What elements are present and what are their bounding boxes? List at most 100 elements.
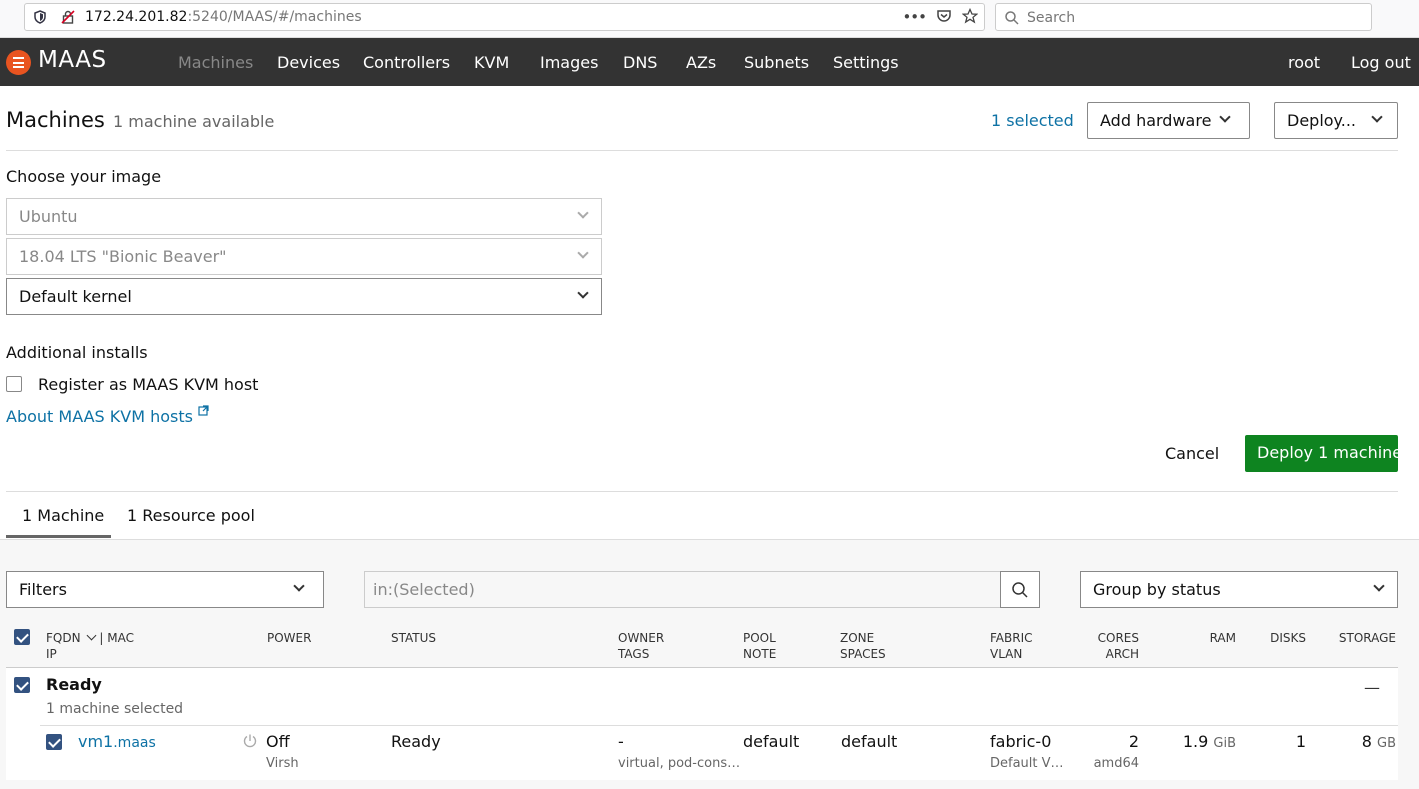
pocket-icon[interactable] — [936, 8, 952, 24]
url-bar-actions: ••• — [902, 8, 978, 26]
nav-azs[interactable]: AZs — [686, 53, 716, 72]
column-disks[interactable]: DISKS — [1256, 630, 1306, 646]
chevron-down-icon — [86, 630, 97, 641]
chevron-down-icon — [1373, 580, 1385, 592]
machine-search-value: in:(Selected) — [373, 580, 475, 599]
column-storage[interactable]: STORAGE — [1326, 630, 1396, 646]
power-icon[interactable] — [242, 733, 258, 749]
kernel-select[interactable]: Default kernel — [6, 278, 602, 315]
about-kvm-hosts-link[interactable]: About MAAS KVM hosts — [6, 405, 209, 426]
brand-name[interactable]: MAAS — [38, 47, 107, 73]
chevron-down-icon — [577, 287, 589, 299]
add-hardware-button[interactable]: Add hardware — [1087, 102, 1250, 139]
nav-subnets[interactable]: Subnets — [744, 53, 809, 72]
machine-tags: virtual, pod-cons… — [618, 756, 741, 771]
machine-fqdn-link[interactable]: vm1.maas — [78, 732, 156, 751]
page-title: Machines — [6, 108, 105, 132]
deploy-menu-button[interactable]: Deploy... — [1274, 102, 1398, 139]
browser-search-bar[interactable]: Search — [995, 3, 1372, 31]
url-text[interactable]: 172.24.201.82:5240/MAAS/#/machines — [85, 9, 362, 25]
tab-machines[interactable]: 1 Machine — [22, 506, 104, 525]
column-pool-note[interactable]: POOL NOTE — [743, 630, 776, 662]
chevron-down-icon — [293, 580, 305, 592]
nav-settings[interactable]: Settings — [833, 53, 899, 72]
chevron-down-icon — [577, 207, 589, 219]
register-kvm-label[interactable]: Register as MAAS KVM host — [38, 375, 258, 394]
search-icon — [1005, 11, 1019, 25]
header-cores: CORES — [1097, 631, 1139, 645]
search-button[interactable] — [1000, 571, 1040, 608]
column-ram[interactable]: RAM — [1186, 630, 1236, 646]
insecure-lock-icon[interactable] — [61, 10, 75, 24]
group-ready-summary: 1 machine selected — [46, 701, 184, 717]
nav-user[interactable]: root — [1288, 53, 1320, 72]
header-divider — [6, 150, 1398, 151]
filters-dropdown[interactable]: Filters — [6, 571, 324, 608]
nav-dns[interactable]: DNS — [623, 53, 657, 72]
header-vlan: VLAN — [990, 647, 1023, 661]
machine-power-state: Off — [266, 732, 290, 751]
machine-search-input[interactable]: in:(Selected) — [364, 571, 1001, 608]
machine-row-checkbox[interactable] — [46, 734, 62, 750]
column-owner-tags[interactable]: OWNER TAGS — [618, 630, 664, 662]
release-select-value: 18.04 LTS "Bionic Beaver" — [19, 247, 227, 266]
header-note: NOTE — [743, 647, 777, 661]
header-owner: OWNER — [618, 631, 665, 645]
header-fqdn: FQDN — [46, 631, 81, 645]
additional-installs-label: Additional installs — [6, 343, 148, 362]
tab-resource-pools[interactable]: 1 Resource pool — [127, 506, 255, 525]
machine-storage-value: 8 — [1361, 732, 1372, 751]
nav-logout[interactable]: Log out — [1351, 53, 1411, 72]
deploy-machine-button[interactable]: Deploy 1 machine — [1245, 435, 1402, 472]
header-zone: ZONE — [840, 631, 875, 645]
deploy-menu-label: Deploy... — [1287, 111, 1356, 130]
nav-images[interactable]: Images — [540, 53, 598, 72]
header-tags: TAGS — [618, 647, 650, 661]
chevron-down-icon — [577, 247, 589, 259]
machine-vlan: Default V… — [990, 756, 1064, 771]
machine-owner: - — [618, 732, 624, 751]
register-kvm-checkbox[interactable] — [6, 376, 22, 392]
group-by-value: Group by status — [1093, 580, 1221, 599]
page-actions-icon[interactable]: ••• — [902, 8, 927, 26]
group-by-select[interactable]: Group by status — [1080, 571, 1398, 608]
nav-kvm[interactable]: KVM — [474, 53, 509, 72]
column-cores-arch[interactable]: CORES ARCH — [1086, 630, 1139, 662]
choose-image-label: Choose your image — [6, 167, 162, 186]
url-bar[interactable]: 172.24.201.82:5240/MAAS/#/machines ••• — [24, 3, 985, 31]
release-select[interactable]: 18.04 LTS "Bionic Beaver" — [6, 238, 602, 275]
column-fqdn-ip[interactable]: FQDN | MAC IP — [46, 630, 134, 662]
filters-label: Filters — [19, 580, 67, 599]
column-zone-spaces[interactable]: ZONE SPACES — [840, 630, 886, 662]
form-divider — [6, 491, 1398, 492]
column-power[interactable]: POWER — [267, 630, 311, 646]
column-fabric-vlan[interactable]: FABRIC VLAN — [990, 630, 1033, 662]
bookmark-star-icon[interactable] — [962, 8, 978, 24]
group-ready-title: Ready — [46, 675, 102, 694]
main-navigation: MAAS Machines Devices Controllers KVM Im… — [0, 38, 1419, 86]
search-placeholder: Search — [1027, 10, 1076, 26]
cancel-button[interactable]: Cancel — [1165, 444, 1219, 463]
machine-arch: amd64 — [1093, 756, 1139, 771]
group-collapse-button[interactable]: — — [1364, 678, 1380, 697]
machine-cores: 2 — [1128, 732, 1139, 751]
select-all-checkbox[interactable] — [14, 629, 30, 645]
machine-pool: default — [743, 732, 800, 751]
machines-available-count: 1 machine available — [113, 112, 275, 131]
column-status[interactable]: STATUS — [391, 630, 436, 646]
about-kvm-hosts-text: About MAAS KVM hosts — [6, 407, 193, 426]
os-select-value: Ubuntu — [19, 207, 78, 226]
maas-logo-icon[interactable] — [6, 50, 31, 75]
header-fabric: FABRIC — [990, 631, 1033, 645]
machine-domain: .maas — [113, 735, 156, 751]
nav-controllers[interactable]: Controllers — [363, 53, 450, 72]
nav-machines[interactable]: Machines — [178, 53, 253, 72]
row-divider — [40, 725, 1398, 726]
chevron-down-icon — [1219, 111, 1231, 123]
os-select[interactable]: Ubuntu — [6, 198, 602, 235]
machine-ram-unit: GiB — [1213, 736, 1236, 751]
shield-icon[interactable] — [33, 10, 47, 24]
group-ready-checkbox[interactable] — [14, 677, 30, 693]
nav-devices[interactable]: Devices — [277, 53, 340, 72]
active-tab-indicator — [6, 535, 111, 538]
